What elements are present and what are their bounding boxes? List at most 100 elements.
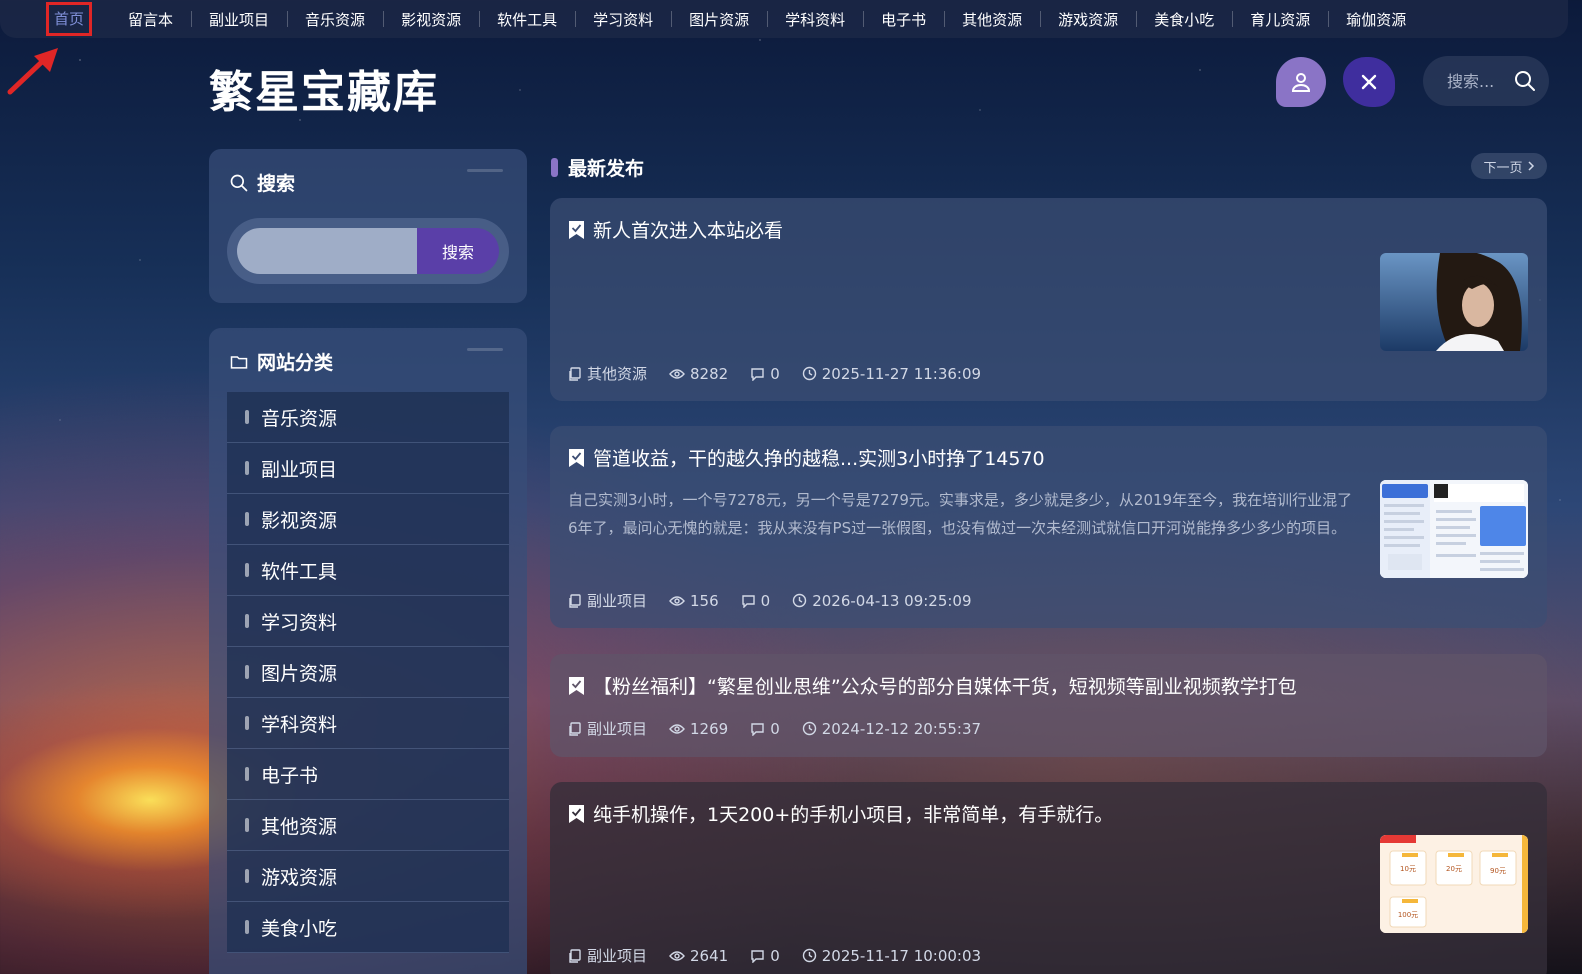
post-title[interactable]: 【粉丝福利】“繁星创业思维”公众号的部分自媒体干货，短视频等副业视频教学打包: [568, 672, 1297, 699]
nav-item-side-business[interactable]: 副业项目: [191, 0, 287, 38]
copy-icon: [569, 948, 581, 963]
site-title[interactable]: 繁星宝藏库: [209, 56, 439, 120]
bookmark-icon: [569, 448, 584, 467]
post-excerpt: 自己实测3小时，一个号7278元，另一个号是7279元。实事求是，多少就是多少，…: [568, 491, 1353, 537]
eye-icon: [669, 723, 685, 734]
category-item-music[interactable]: 音乐资源: [227, 392, 509, 443]
nav-item-images[interactable]: 图片资源: [671, 0, 767, 38]
post-views-count: 8282: [690, 364, 729, 383]
nav-item-subjects[interactable]: 学科资料: [767, 0, 863, 38]
post-card[interactable]: 新人首次进入本站必看 其他资源 8282 0 2025-11-27 11:36:…: [550, 198, 1547, 401]
post-title[interactable]: 纯手机操作，1天200+的手机小项目，非常简单，有手就行。: [568, 800, 1113, 827]
post-category-label: 副业项目: [587, 592, 648, 610]
panel-decoration: [467, 348, 503, 351]
copy-icon: [569, 593, 581, 608]
header-search-input[interactable]: [1447, 71, 1517, 91]
category-label: 图片资源: [261, 662, 338, 685]
search-icon: [230, 174, 248, 191]
nav-item-parenting[interactable]: 育儿资源: [1232, 0, 1328, 38]
post-comments-count: 0: [770, 946, 780, 965]
post-card[interactable]: 纯手机操作，1天200+的手机小项目，非常简单，有手就行。 10元 20元 90…: [550, 782, 1547, 974]
next-page-button[interactable]: 下一页: [1471, 153, 1547, 179]
category-item-learning[interactable]: 学习资料: [227, 596, 509, 647]
post-comments: 0: [750, 365, 780, 383]
category-label: 学科资料: [261, 713, 338, 736]
search-icon[interactable]: [1513, 69, 1537, 93]
post-comments: 0: [750, 720, 780, 738]
bullet-icon: [245, 563, 249, 577]
post-category[interactable]: 副业项目: [568, 590, 647, 611]
post-comments-count: 0: [770, 719, 780, 738]
nav-item-home[interactable]: 首页: [40, 0, 98, 38]
app-screenshot-thumbnail: 10元 20元 90元 100元: [1380, 835, 1528, 933]
category-item-images[interactable]: 图片资源: [227, 647, 509, 698]
post-comments-count: 0: [760, 591, 771, 610]
category-label: 其他资源: [261, 815, 338, 838]
eye-icon: [669, 368, 685, 379]
category-item-video[interactable]: 影视资源: [227, 494, 509, 545]
nav-item-guestbook[interactable]: 留言本: [110, 0, 191, 38]
close-icon: [1361, 74, 1377, 90]
price-label: 10元: [1400, 865, 1416, 873]
clock-icon: [793, 593, 807, 608]
sidebar-search-box: 搜索: [227, 218, 509, 284]
post-thumbnail[interactable]: [1380, 253, 1528, 351]
screenshot-thumbnail: [1380, 480, 1528, 578]
post-views: 2641: [669, 947, 728, 965]
category-label: 游戏资源: [261, 866, 338, 889]
post-views: 1269: [669, 720, 728, 738]
category-label: 学习资料: [261, 611, 338, 634]
sidebar-search-input[interactable]: [237, 228, 417, 274]
bookmark-icon: [569, 220, 584, 239]
post-date-text: 2024-12-12 20:55:37: [821, 719, 982, 738]
nav-item-video[interactable]: 影视资源: [383, 0, 479, 38]
nav-item-ebooks[interactable]: 电子书: [863, 0, 944, 38]
post-comments: 0: [750, 947, 780, 965]
close-button[interactable]: [1343, 57, 1395, 107]
bullet-icon: [245, 614, 249, 628]
post-date: 2025-11-17 10:00:03: [802, 947, 981, 965]
nav-item-other[interactable]: 其他资源: [944, 0, 1040, 38]
copy-icon: [569, 721, 581, 736]
section-marker: [551, 158, 558, 177]
chevron-right-icon: [1527, 161, 1534, 171]
post-category[interactable]: 其他资源: [568, 363, 647, 384]
price-label: 100元: [1398, 911, 1418, 919]
category-item-food[interactable]: 美食小吃: [227, 902, 509, 953]
user-button[interactable]: [1276, 57, 1326, 107]
nav-item-music[interactable]: 音乐资源: [287, 0, 383, 38]
nav-item-yoga[interactable]: 瑜伽资源: [1328, 0, 1424, 38]
post-title-text: 纯手机操作，1天200+的手机小项目，非常简单，有手就行。: [593, 804, 1114, 826]
nav-home-label: 首页: [46, 2, 93, 36]
post-views-count: 156: [690, 591, 719, 610]
post-title[interactable]: 新人首次进入本站必看: [568, 216, 783, 243]
category-item-ebooks[interactable]: 电子书: [227, 749, 509, 800]
nav-item-software[interactable]: 软件工具: [479, 0, 575, 38]
clock-icon: [802, 948, 816, 963]
bookmark-icon: [569, 676, 584, 695]
sidebar-search-button[interactable]: 搜索: [417, 228, 499, 274]
post-category[interactable]: 副业项目: [568, 718, 647, 739]
post-thumbnail[interactable]: 10元 20元 90元 100元: [1380, 835, 1528, 933]
next-page-label: 下一页: [1483, 160, 1523, 176]
portrait-photo: [1380, 253, 1528, 351]
category-item-subjects[interactable]: 学科资料: [227, 698, 509, 749]
post-thumbnail[interactable]: [1380, 480, 1528, 578]
post-card[interactable]: 管道收益，干的越久挣的越稳...实测3小时挣了14570 自己实测3小时，一个号…: [550, 426, 1547, 628]
category-item-software[interactable]: 软件工具: [227, 545, 509, 596]
post-category-label: 副业项目: [587, 720, 648, 738]
post-category[interactable]: 副业项目: [568, 945, 647, 966]
nav-item-learning[interactable]: 学习资料: [575, 0, 671, 38]
comment-icon: [751, 367, 764, 381]
category-item-side-business[interactable]: 副业项目: [227, 443, 509, 494]
category-item-other[interactable]: 其他资源: [227, 800, 509, 851]
nav-item-games[interactable]: 游戏资源: [1040, 0, 1136, 38]
post-title[interactable]: 管道收益，干的越久挣的越稳...实测3小时挣了14570: [568, 444, 1045, 471]
post-card[interactable]: 【粉丝福利】“繁星创业思维”公众号的部分自媒体干货，短视频等副业视频教学打包 副…: [550, 654, 1547, 757]
post-title-text: 新人首次进入本站必看: [593, 220, 784, 242]
category-item-games[interactable]: 游戏资源: [227, 851, 509, 902]
comment-icon: [751, 949, 764, 963]
post-title-text: 【粉丝福利】“繁星创业思维”公众号的部分自媒体干货，短视频等副业视频教学打包: [593, 676, 1297, 698]
post-views-count: 1269: [690, 719, 729, 738]
nav-item-food[interactable]: 美食小吃: [1136, 0, 1232, 38]
